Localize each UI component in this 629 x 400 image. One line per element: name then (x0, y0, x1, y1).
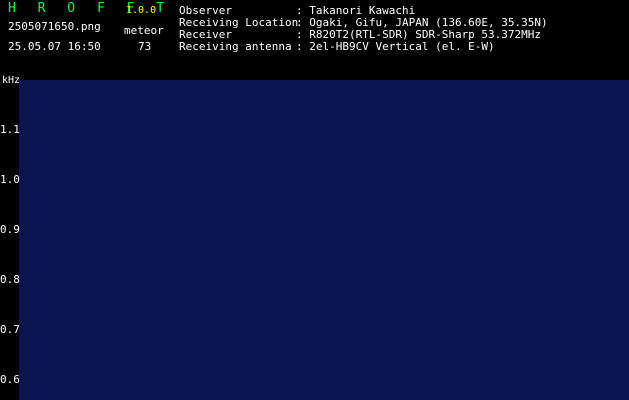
spectrogram (19, 80, 629, 400)
info-antenna-key: Receiving antenna (179, 40, 292, 53)
hrofft-display: H R O F F T 1.0.0 2505071650.png 25.05.0… (0, 0, 629, 400)
y-tick-label: 1.1 (0, 123, 20, 136)
file-name: 2505071650.png (8, 20, 101, 33)
observation-datetime: 25.05.07 16:50 (8, 40, 101, 53)
y-axis-unit: kHz (2, 75, 21, 86)
meteor-count: 73 (138, 40, 152, 53)
info-antenna-value: : 2el-HB9CV Vertical (el. E-W) (296, 40, 495, 53)
meteor-label: meteor (124, 24, 164, 37)
y-tick-label: 0.7 (0, 323, 20, 336)
y-tick-label: 0.9 (0, 223, 20, 236)
app-version: 1.0.0 (126, 5, 157, 16)
y-tick-label: 0.6 (0, 373, 20, 386)
y-tick-label: 1.0 (0, 173, 20, 186)
y-tick-label: 0.8 (0, 273, 20, 286)
